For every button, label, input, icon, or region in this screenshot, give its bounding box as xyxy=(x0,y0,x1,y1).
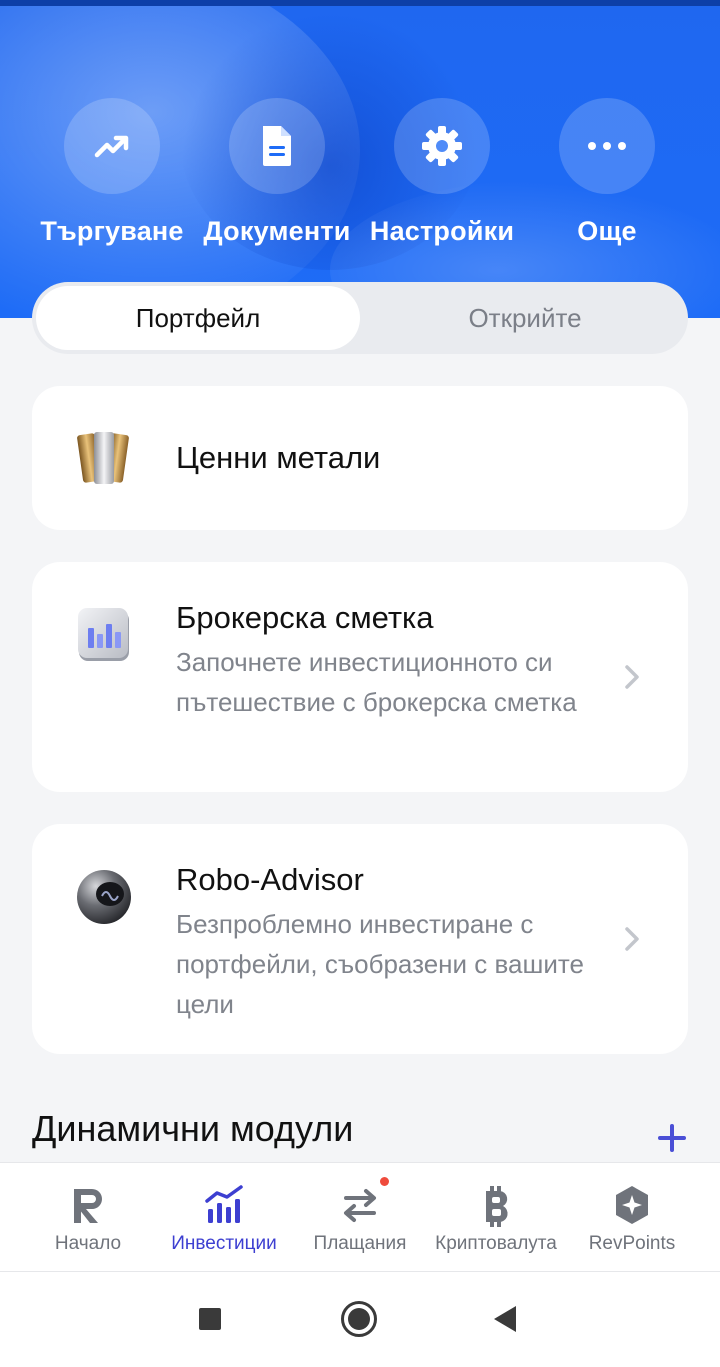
action-label: Търгуване xyxy=(40,216,184,246)
tab-revpoints[interactable]: RevPoints xyxy=(562,1163,702,1273)
tab-discover[interactable]: Открийте xyxy=(366,286,684,350)
precious-metals-icon xyxy=(76,428,134,486)
chevron-right-icon xyxy=(622,663,642,691)
card-title: Robo-Advisor xyxy=(176,862,364,897)
segmented-control: Портфейл Открийте xyxy=(32,282,688,354)
bottom-tab-bar: Начало Инвестиции Плащания Криптовалута … xyxy=(0,1162,720,1272)
action-label: Още xyxy=(577,216,637,246)
more-dots-icon xyxy=(559,98,655,194)
card-title: Ценни метали xyxy=(176,440,381,475)
transfer-arrows-icon xyxy=(338,1183,382,1227)
action-label: Документи xyxy=(203,216,351,246)
action-settings[interactable]: Настройки xyxy=(357,98,527,247)
tab-label: Начало xyxy=(54,1233,122,1254)
tab-portfolio[interactable]: Портфейл xyxy=(36,286,360,350)
brokerage-icon xyxy=(76,606,134,664)
document-icon xyxy=(229,98,325,194)
trending-up-icon xyxy=(64,98,160,194)
card-brokerage[interactable]: Брокерска сметка Започнете инвестиционно… xyxy=(32,562,688,792)
tab-crypto[interactable]: Криптовалута xyxy=(430,1163,562,1273)
card-title: Брокерска сметка xyxy=(176,600,434,635)
section-title: Динамични модули xyxy=(32,1108,354,1149)
action-label: Настройки xyxy=(369,216,515,246)
robo-advisor-icon xyxy=(76,868,134,926)
system-navigation-bar xyxy=(0,1272,720,1367)
action-trading[interactable]: Търгуване xyxy=(27,98,197,247)
card-description: Започнете инвестиционното си пътешествие… xyxy=(176,647,577,717)
revpoints-icon xyxy=(610,1183,654,1227)
card-robo-advisor[interactable]: Robo-Advisor Безпроблемно инвестиране с … xyxy=(32,824,688,1054)
action-more[interactable]: Още xyxy=(522,98,692,247)
card-precious-metals[interactable]: Ценни метали xyxy=(32,386,688,530)
tab-investments[interactable]: Инвестиции xyxy=(158,1163,290,1273)
tab-label: Плащания xyxy=(313,1233,407,1254)
tab-home[interactable]: Начало xyxy=(18,1163,158,1273)
chevron-right-icon xyxy=(622,925,642,953)
tab-label: Криптовалута xyxy=(435,1233,557,1254)
revolut-r-icon xyxy=(66,1183,110,1227)
add-icon[interactable] xyxy=(656,1122,688,1154)
chart-bars-icon xyxy=(202,1183,246,1227)
gear-icon xyxy=(394,98,490,194)
tab-label: RevPoints xyxy=(588,1233,676,1254)
back-triangle-icon[interactable] xyxy=(494,1306,516,1332)
card-description: Безпроблемно инвестиране с портфейли, съ… xyxy=(176,909,584,1019)
action-documents[interactable]: Документи xyxy=(192,98,362,247)
bitcoin-icon xyxy=(474,1183,518,1227)
notification-badge xyxy=(380,1177,389,1186)
home-circle-icon[interactable] xyxy=(341,1301,377,1337)
hero-header: Търгуване Документи Настройки Още xyxy=(0,0,720,318)
status-bar-strip xyxy=(0,0,720,6)
tab-label: Инвестиции xyxy=(171,1233,277,1254)
recents-square-icon[interactable] xyxy=(199,1308,221,1330)
tab-payments[interactable]: Плащания xyxy=(290,1163,430,1273)
